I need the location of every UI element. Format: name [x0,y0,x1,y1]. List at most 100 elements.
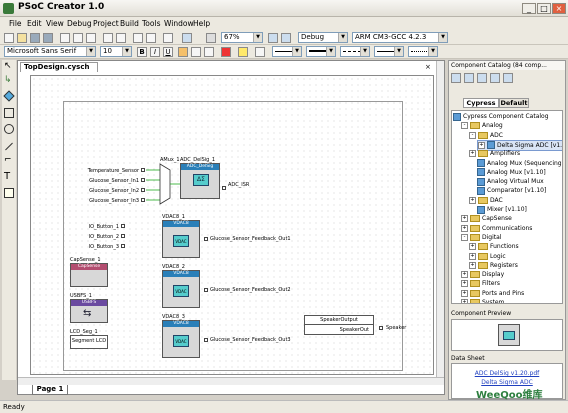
tree-component-item[interactable]: Analog Virtual Mux [477,177,544,187]
expand-icon[interactable]: + [469,261,476,269]
tree-folder-item[interactable]: + Logic [469,252,506,262]
adc-input-label[interactable]: Temperature_Sensor [64,168,139,174]
tree-folder-item[interactable]: + System [461,298,504,303]
horizontal-scrollbar[interactable] [18,377,444,385]
zoom-select[interactable]: 67% ▼ [221,32,263,43]
align-right-icon[interactable] [204,47,214,57]
zoom-icon[interactable] [206,33,216,43]
tree-component-item[interactable]: Analog Mux [v1.10] [477,168,546,178]
tree-folder-item[interactable]: + DAC [469,196,503,206]
close-document-icon[interactable]: × [425,63,431,71]
datasheet-link[interactable]: ADC DelSig v1.20.pdf [452,370,562,377]
bold-icon[interactable]: B [137,47,147,57]
tab-cypress[interactable]: Cypress [463,98,499,108]
menu-project[interactable]: Project [93,19,119,28]
tree-folder-item[interactable]: - Digital [461,233,501,243]
catalog-refresh-icon[interactable] [503,73,513,83]
menu-view[interactable]: View [46,19,64,28]
digital-pin-icon[interactable] [379,326,383,330]
analog-pin-icon[interactable] [204,288,208,292]
maximize-button[interactable]: □ [537,3,551,14]
vdac-output-label[interactable]: Glucose_Sensor_Feedback_Out2 [210,287,291,293]
usbfs-component[interactable]: USBFS ⇆ [70,299,108,323]
tree-folder-item[interactable]: + Display [461,270,504,280]
find-icon[interactable] [163,33,173,43]
line-color-icon[interactable] [255,47,265,57]
digital-pin-icon[interactable] [121,224,125,228]
expand-icon[interactable]: + [461,299,468,303]
expand-icon[interactable]: + [461,215,468,223]
catalog-search-icon[interactable] [490,73,500,83]
line-style-select[interactable]: ▼ [272,46,302,57]
font-color-icon[interactable] [221,47,231,57]
analog-pin-icon[interactable] [141,198,145,202]
expand-icon[interactable]: + [469,252,476,260]
schematic-canvas[interactable]: Temperature_Sensor Glucose_Sensor_In1 Gl… [30,75,434,375]
end-style-select[interactable]: ▼ [374,46,404,57]
tree-component-item[interactable]: Comparator [v1.10] [477,186,546,196]
wire-tool-icon[interactable]: ↳ [4,76,14,86]
io-button-label[interactable]: IO_Button_2 [64,234,119,240]
rectangle-tool-icon[interactable] [4,108,14,118]
tree-folder-item[interactable]: + Communications [461,224,532,234]
fill-color-icon[interactable] [238,47,248,57]
menu-file[interactable]: File [9,19,22,28]
collapse-icon[interactable]: - [469,131,476,139]
expand-icon[interactable]: + [478,141,485,149]
tree-folder-item[interactable]: + Amplifiers [469,149,520,159]
expand-icon[interactable]: + [469,243,476,251]
redo-icon[interactable] [116,33,126,43]
digital-pin-icon[interactable] [121,244,125,248]
text-tool-icon[interactable]: T [4,172,14,182]
speaker-pin-label[interactable]: Speaker [386,325,406,331]
vdac8-component[interactable]: VDAC8 VDAC [162,220,200,258]
component-tool-icon[interactable] [3,90,15,102]
arrow-style-select[interactable]: ▼ [340,46,370,57]
tree-folder-item[interactable]: + Filters [461,279,500,289]
analog-pin-icon[interactable] [141,188,145,192]
catalog-sort-icon[interactable] [464,73,474,83]
menu-tools[interactable]: Tools [142,19,160,28]
tab-page-1[interactable]: Page 1 [32,385,68,395]
build-icon[interactable] [133,33,143,43]
compiler-select[interactable]: ARM CM3-GCC 4.2.3 ▼ [352,32,448,43]
paste-icon[interactable] [86,33,96,43]
new-file-icon[interactable] [4,33,14,43]
menu-edit[interactable]: Edit [27,19,42,28]
analog-pin-icon[interactable] [204,237,208,241]
tree-folder-item[interactable]: + CapSense [461,214,512,224]
tree-folder-item[interactable]: + Functions [469,242,519,252]
expand-icon[interactable]: + [469,150,476,158]
open-folder-icon[interactable] [17,33,27,43]
clean-icon[interactable] [146,33,156,43]
close-button[interactable]: × [552,3,566,14]
expand-icon[interactable]: + [461,271,468,279]
tree-component-item[interactable]: Mixer [v1.10] [477,205,527,215]
vdac-output-label[interactable]: Glucose_Sensor_Feedback_Out1 [210,236,291,242]
io-button-label[interactable]: IO_Button_3 [64,244,119,250]
analog-pin-icon[interactable] [204,338,208,342]
tree-component-item[interactable]: Analog Mux (Sequencing) [477,159,562,169]
underline-icon[interactable]: U [163,47,173,57]
italic-icon[interactable]: I [150,47,160,57]
analog-pin-icon[interactable] [141,168,145,172]
digital-pin-icon[interactable] [121,234,125,238]
align-center-icon[interactable] [191,47,201,57]
tree-folder-item[interactable]: - Analog [461,121,503,131]
collapse-icon[interactable]: - [461,122,468,130]
undo-icon[interactable] [103,33,113,43]
line-tool-icon[interactable] [5,142,13,151]
tab-topdesign[interactable]: TopDesign.cysch [20,62,98,72]
expand-icon[interactable]: + [461,289,468,297]
tab-default[interactable]: Default [499,98,529,108]
align-left-icon[interactable] [178,47,188,57]
zoom-out-icon[interactable] [281,33,291,43]
vdac8-component[interactable]: VDAC8 VDAC [162,270,200,308]
vertical-scrollbar[interactable] [436,61,444,377]
vdac8-component[interactable]: VDAC8 VDAC [162,320,200,358]
copy-icon[interactable] [73,33,83,43]
expand-icon[interactable]: + [469,196,476,204]
cut-icon[interactable] [60,33,70,43]
polyline-tool-icon[interactable]: ⌐ [4,156,14,166]
minimize-button[interactable]: _ [522,3,536,14]
